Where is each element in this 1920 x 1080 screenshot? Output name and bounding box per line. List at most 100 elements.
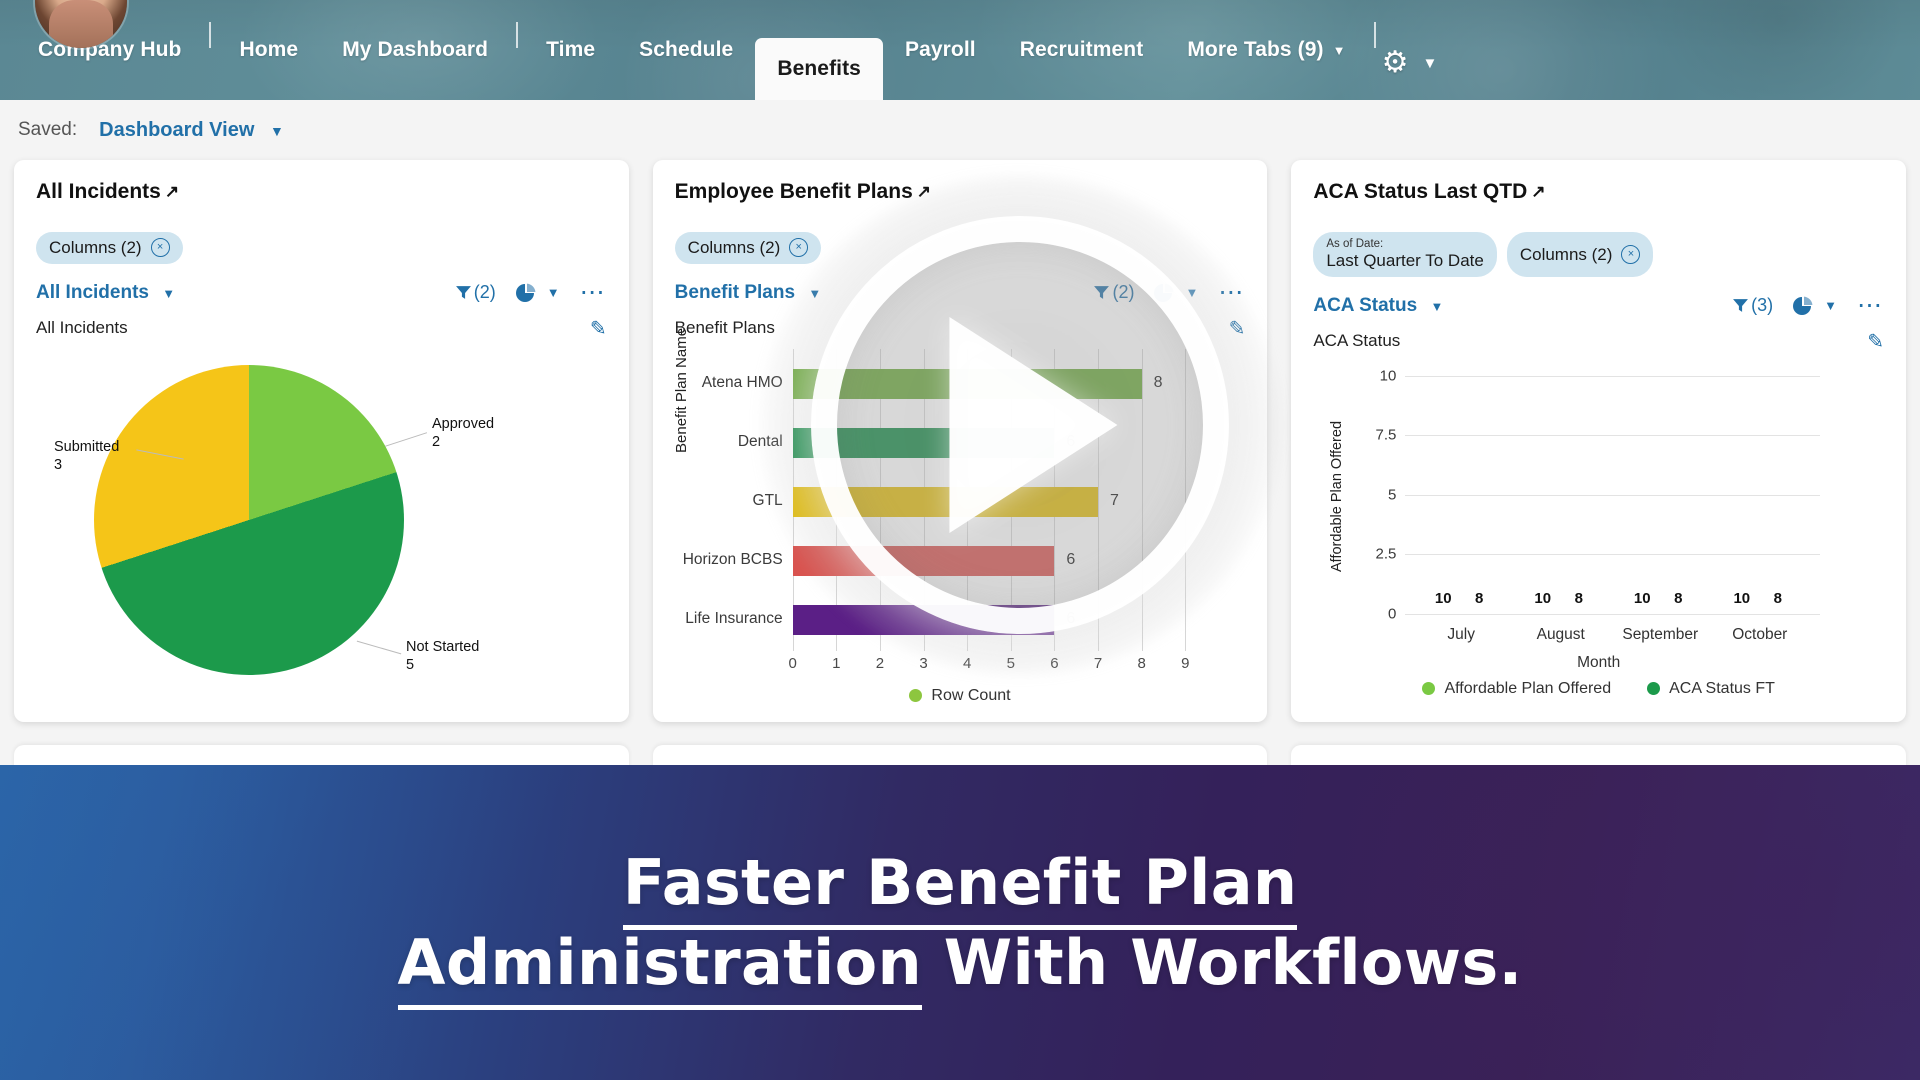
- filter-button[interactable]: (2): [1093, 282, 1134, 303]
- bar-category-label: GTL: [752, 491, 783, 509]
- nav-tab-recruitment[interactable]: Recruitment: [998, 0, 1166, 100]
- bar-value: 10: [1534, 589, 1552, 607]
- legend-item-affordable-plan-offered[interactable]: Affordable Plan Offered: [1422, 680, 1611, 698]
- promo-banner: Faster Benefit Plan Administration With …: [0, 765, 1920, 1080]
- card-title[interactable]: All Incidents ↗: [36, 180, 607, 204]
- pie-leader-line: [356, 640, 402, 654]
- external-link-icon[interactable]: ↗: [165, 182, 179, 202]
- chip-sublabel: As of Date:: [1326, 238, 1384, 250]
- x-tick-label: August: [1536, 625, 1585, 643]
- external-link-icon[interactable]: ↗: [917, 182, 931, 202]
- pie-label-value: 2: [432, 433, 441, 450]
- bar-row[interactable]: Atena HMO 8: [702, 368, 1186, 399]
- y-tick: 0: [1388, 605, 1397, 623]
- chevron-down-icon: ▼: [1185, 285, 1199, 301]
- filter-chip-list: Columns (2) ×: [674, 232, 1246, 264]
- x-axis-title: Month: [1577, 653, 1621, 671]
- report-selector[interactable]: All Incidents ▼: [36, 282, 175, 304]
- more-options-icon[interactable]: ⋯: [1218, 280, 1245, 305]
- bar[interactable]: [792, 545, 1055, 576]
- card-subtitle: All Incidents: [36, 318, 128, 338]
- chip-as-of-date[interactable]: As of Date: Last Quarter To Date: [1313, 232, 1497, 277]
- bar-value: 6: [1066, 550, 1076, 568]
- nav-tab-label: Benefits: [777, 57, 861, 80]
- saved-view-selector[interactable]: Dashboard View ▼: [99, 119, 284, 142]
- card-title[interactable]: ACA Status Last QTD ↗: [1313, 180, 1884, 204]
- more-options-icon[interactable]: ⋯: [580, 280, 607, 305]
- settings-control[interactable]: ⚙ ▼: [1382, 48, 1438, 78]
- close-icon[interactable]: ×: [789, 238, 809, 258]
- edit-icon[interactable]: ✎: [590, 316, 607, 341]
- nav-tab-benefits[interactable]: Benefits: [755, 38, 883, 100]
- bar-value: 8: [1475, 589, 1484, 607]
- nav-divider: [1373, 22, 1376, 48]
- bar-row[interactable]: GTL 7: [753, 486, 1186, 517]
- close-icon[interactable]: ×: [150, 238, 170, 258]
- chevron-down-icon: ▼: [546, 285, 560, 301]
- gear-icon[interactable]: ⚙: [1382, 48, 1409, 78]
- filter-button[interactable]: (2): [455, 282, 496, 303]
- nav-tab-list: Company Hub Home My Dashboard Time Sched…: [0, 0, 1920, 100]
- filter-button[interactable]: (3): [1732, 295, 1773, 316]
- nav-tab-my-dashboard[interactable]: My Dashboard: [320, 0, 510, 100]
- more-options-icon[interactable]: ⋯: [1857, 293, 1884, 318]
- report-selector[interactable]: Benefit Plans ▼: [675, 282, 822, 304]
- chip-columns[interactable]: Columns (2) ×: [1506, 232, 1654, 277]
- legend-color-swatch: [1422, 682, 1436, 696]
- bar[interactable]: [792, 427, 1055, 458]
- bar-row[interactable]: Life Insurance 6: [685, 604, 1186, 635]
- bar[interactable]: [792, 486, 1099, 517]
- x-tick: 3: [919, 654, 928, 672]
- close-icon[interactable]: ×: [1621, 244, 1641, 264]
- bar-value: 10: [1633, 589, 1651, 607]
- bar-row[interactable]: Horizon BCBS 6: [683, 545, 1186, 576]
- filter-icon: [455, 286, 471, 299]
- chart-type-button[interactable]: ▼: [1154, 283, 1198, 303]
- bar[interactable]: [792, 368, 1142, 399]
- chevron-down-icon: ▼: [269, 122, 284, 139]
- edit-icon[interactable]: ✎: [1867, 329, 1884, 354]
- promo-headline-line2-rest: With Workflows.: [921, 925, 1523, 999]
- pie-label-name: Not Started: [406, 638, 480, 655]
- pie-label-value: 3: [54, 456, 63, 473]
- chevron-down-icon[interactable]: ▼: [1422, 55, 1437, 72]
- x-tick: 1: [832, 654, 841, 672]
- pie-slices[interactable]: [94, 364, 404, 675]
- card-subtitle-row: ACA Status ✎: [1313, 329, 1884, 354]
- nav-tab-label: Payroll: [904, 38, 976, 61]
- bar-category-label: Dental: [737, 432, 783, 450]
- pie-label-name: Approved: [432, 415, 495, 432]
- y-axis-title: Affordable Plan Offered: [1329, 420, 1346, 572]
- external-link-icon[interactable]: ↗: [1531, 182, 1545, 202]
- card-tools: (2) ▼ ⋯: [455, 280, 607, 305]
- report-selector-label: ACA Status: [1313, 294, 1418, 316]
- chart-type-button[interactable]: ▼: [515, 283, 560, 303]
- promo-headline-line1-text: Faster Benefit Plan: [622, 846, 1298, 931]
- edit-icon[interactable]: ✎: [1229, 316, 1246, 341]
- legend-color-swatch: [909, 689, 923, 703]
- chip-label: Columns (2): [49, 238, 142, 257]
- x-tick: 8: [1137, 654, 1146, 672]
- nav-tab-more-tabs[interactable]: More Tabs (9) ▼: [1165, 0, 1367, 100]
- nav-tab-home[interactable]: Home: [217, 0, 320, 100]
- legend-label: Row Count: [931, 686, 1011, 704]
- chip-columns[interactable]: Columns (2) ×: [36, 232, 183, 264]
- nav-tab-time[interactable]: Time: [524, 0, 617, 100]
- nav-tab-payroll[interactable]: Payroll: [883, 0, 998, 100]
- y-tick: 5: [1388, 486, 1397, 504]
- legend-item-aca-status-ft[interactable]: ACA Status FT: [1647, 680, 1775, 698]
- y-tick: 10: [1379, 367, 1397, 385]
- card-subtitle-row: Benefit Plans ✎: [675, 316, 1246, 341]
- bar[interactable]: [792, 604, 1055, 635]
- nav-tab-schedule[interactable]: Schedule: [617, 0, 755, 100]
- chevron-down-icon: ▼: [808, 285, 822, 301]
- chevron-down-icon: ▼: [1824, 298, 1838, 314]
- chip-columns[interactable]: Columns (2) ×: [674, 232, 822, 264]
- x-tick: 0: [788, 654, 797, 672]
- report-selector[interactable]: ACA Status ▼: [1313, 295, 1443, 317]
- card-title[interactable]: Employee Benefit Plans ↗: [675, 180, 1246, 204]
- nav-tab-label: Schedule: [639, 38, 734, 61]
- chart-type-button[interactable]: ▼: [1793, 296, 1837, 316]
- bar-category-label: Life Insurance: [685, 609, 783, 627]
- bar-row[interactable]: Dental 6: [738, 427, 1186, 458]
